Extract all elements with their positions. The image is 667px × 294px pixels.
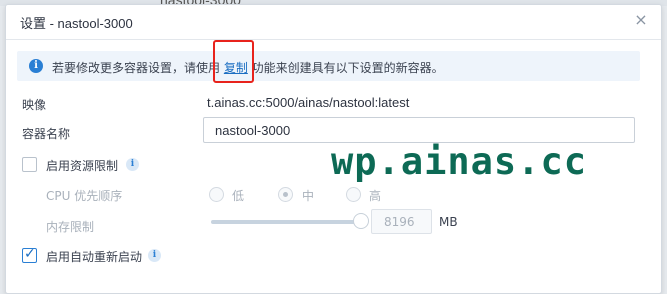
cpu-priority-low-radio[interactable] bbox=[209, 187, 224, 202]
site-watermark: wp.ainas.cc bbox=[331, 140, 588, 183]
auto-restart-checkbox[interactable]: ✓ bbox=[22, 246, 37, 263]
cpu-priority-high-label: 高 bbox=[369, 189, 382, 203]
memory-limit-label: 内存限制 bbox=[46, 220, 95, 234]
dialog-titlebar: 设置 - nastool-3000 × bbox=[6, 5, 661, 37]
cpu-priority-low-label: 低 bbox=[232, 189, 245, 203]
resource-limit-label: 启用资源限制 bbox=[46, 159, 119, 173]
memory-slider-track[interactable] bbox=[211, 220, 359, 224]
copy-link[interactable]: 复制 bbox=[224, 61, 248, 75]
auto-restart-help-icon[interactable]: i bbox=[148, 249, 161, 262]
cpu-priority-high-radio[interactable] bbox=[346, 187, 361, 202]
info-text: 若要修改更多容器设置，请使用 复制 功能来创建具有以下设置的新容器。 bbox=[52, 59, 444, 76]
resource-limit-checkbox[interactable] bbox=[22, 157, 37, 172]
cpu-priority-label: CPU 优先顺序 bbox=[46, 189, 123, 203]
image-label: 映像 bbox=[22, 98, 47, 112]
info-bar: i 若要修改更多容器设置，请使用 复制 功能来创建具有以下设置的新容器。 bbox=[17, 51, 640, 81]
dialog-title: 设置 - nastool-3000 bbox=[20, 16, 133, 31]
checkmark-icon: ✓ bbox=[24, 246, 36, 262]
info-icon: i bbox=[29, 59, 43, 73]
title-divider bbox=[6, 39, 661, 40]
auto-restart-label: 启用自动重新启动 bbox=[46, 250, 143, 264]
info-text-after: 功能来创建具有以下设置的新容器。 bbox=[247, 61, 444, 75]
memory-limit-input[interactable]: 8196 bbox=[371, 209, 432, 234]
resource-limit-help-icon[interactable]: i bbox=[126, 158, 139, 171]
container-name-label: 容器名称 bbox=[22, 127, 71, 141]
close-icon[interactable]: × bbox=[633, 12, 649, 28]
memory-limit-value: 8196 bbox=[384, 215, 415, 229]
info-text-before: 若要修改更多容器设置，请使用 bbox=[52, 61, 224, 75]
memory-slider-handle[interactable] bbox=[353, 213, 369, 229]
cpu-priority-medium-label: 中 bbox=[302, 189, 315, 203]
memory-unit: MB bbox=[439, 215, 458, 229]
image-value: t.ainas.cc:5000/ainas/nastool:latest bbox=[207, 95, 410, 110]
container-name-value: nastool-3000 bbox=[215, 123, 291, 138]
cpu-priority-medium-radio[interactable] bbox=[278, 187, 293, 202]
